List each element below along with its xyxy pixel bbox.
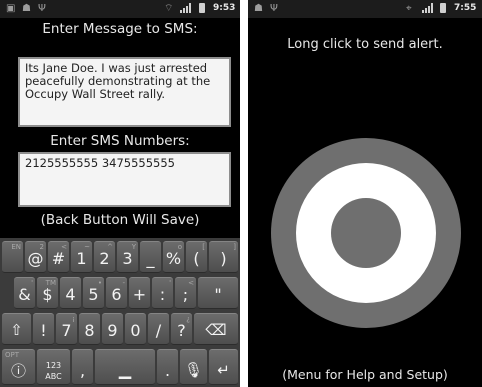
comma-key[interactable]: , bbox=[72, 349, 93, 385]
back-hint: (Back Button Will Save) bbox=[40, 212, 200, 228]
backspace-key[interactable]: ⌫ bbox=[194, 313, 238, 345]
info-icon: ⓘ bbox=[10, 362, 26, 380]
period-key[interactable]: . bbox=[157, 349, 178, 385]
keyboard-key[interactable]: ¿? bbox=[171, 313, 192, 345]
keyboard-key[interactable]: 9 bbox=[102, 313, 123, 345]
signal-icon bbox=[422, 3, 434, 14]
status-bar: ☗ Ψ ⌖ 7:55 bbox=[248, 0, 482, 18]
symbols-toggle-key[interactable]: 123 ABC bbox=[37, 349, 70, 385]
status-clock: 9:53 bbox=[213, 3, 236, 13]
soft-keyboard: EN 2 @ < # ~1 ^ 2 Y3 _ o% [( ]) ' & TM $ 4 • 5… bbox=[0, 238, 240, 387]
android-icon: ☗ bbox=[254, 3, 263, 14]
keyboard-key[interactable]: _ bbox=[140, 241, 161, 273]
numbers-input[interactable]: 2125555555 3475555555 bbox=[18, 152, 231, 207]
keyboard-key[interactable]: -6 bbox=[106, 277, 127, 309]
battery-icon bbox=[440, 3, 446, 14]
keyboard-key[interactable]: TM $ bbox=[37, 277, 58, 309]
keyboard-key[interactable]: ! bbox=[33, 313, 54, 345]
keyboard-key[interactable]: [( bbox=[186, 241, 207, 273]
keyboard-key[interactable]: <; bbox=[175, 277, 196, 309]
keyboard-key[interactable]: • 5 bbox=[83, 277, 104, 309]
keyboard-key[interactable]: Y3 bbox=[117, 241, 138, 273]
keyboard-key[interactable]: 2 @ bbox=[25, 241, 46, 273]
keyboard-key[interactable]: < # bbox=[48, 241, 69, 273]
alert-screen: ☗ Ψ ⌖ 7:55 Long click to send alert. (Me… bbox=[248, 0, 482, 387]
keyboard-key[interactable]: + bbox=[129, 277, 150, 309]
shift-icon: ⇧ bbox=[10, 321, 23, 339]
keyboard-key[interactable]: ]) bbox=[209, 241, 238, 273]
gps-icon: ⌖ bbox=[406, 3, 412, 14]
numbers-label: Enter SMS Numbers: bbox=[50, 133, 190, 149]
image-icon: ▣ bbox=[6, 3, 16, 14]
keyboard-key[interactable]: ~1 bbox=[71, 241, 92, 273]
wifi-icon: ⌔ bbox=[164, 3, 174, 14]
status-bar: ▣ ☗ Ψ ⌔ 9:53 bbox=[0, 0, 240, 18]
microphone-icon: 🎙 bbox=[183, 361, 204, 379]
shift-key[interactable]: ⇧ bbox=[2, 313, 31, 345]
message-label: Enter Message to SMS: bbox=[42, 21, 198, 37]
usb-icon: Ψ bbox=[38, 3, 46, 14]
keyboard-key[interactable]: ': bbox=[152, 277, 173, 309]
keyboard-key[interactable]: ^ 2 bbox=[94, 241, 115, 273]
voice-key[interactable]: 🎙 bbox=[180, 349, 207, 385]
enter-key[interactable]: ↵ bbox=[209, 349, 238, 385]
message-input[interactable]: Its Jane Doe. I was just arrested peacef… bbox=[18, 57, 231, 127]
options-key[interactable]: OPT ⓘ bbox=[2, 349, 35, 385]
keyboard-key[interactable]: ¡ 7 bbox=[56, 313, 77, 345]
keyboard-key[interactable]: o% bbox=[163, 241, 184, 273]
usb-icon: Ψ bbox=[270, 3, 278, 14]
keyboard-key[interactable]: 0 bbox=[125, 313, 146, 345]
keyboard-key[interactable]: " bbox=[198, 277, 238, 309]
keyboard-key[interactable]: 8 bbox=[79, 313, 100, 345]
alert-target-center bbox=[331, 198, 401, 268]
keyboard-key[interactable]: 4 bbox=[60, 277, 81, 309]
status-clock: 7:55 bbox=[454, 3, 477, 13]
enter-icon: ↵ bbox=[217, 361, 230, 379]
instruction-title: Long click to send alert. bbox=[287, 37, 443, 52]
sms-editor-screen: ▣ ☗ Ψ ⌔ 9:53 Enter Message to SMS: Its J… bbox=[0, 0, 240, 387]
signal-icon bbox=[180, 3, 192, 14]
battery-icon bbox=[199, 3, 205, 14]
keyboard-key[interactable]: EN bbox=[2, 241, 23, 273]
footer-hint: (Menu for Help and Setup) bbox=[282, 367, 448, 382]
backspace-icon: ⌫ bbox=[205, 321, 227, 339]
space-key[interactable]: ▁ bbox=[95, 349, 155, 385]
android-icon: ☗ bbox=[22, 3, 31, 14]
keyboard-key[interactable]: / bbox=[148, 313, 169, 345]
keyboard-key[interactable]: ' & bbox=[14, 277, 35, 309]
